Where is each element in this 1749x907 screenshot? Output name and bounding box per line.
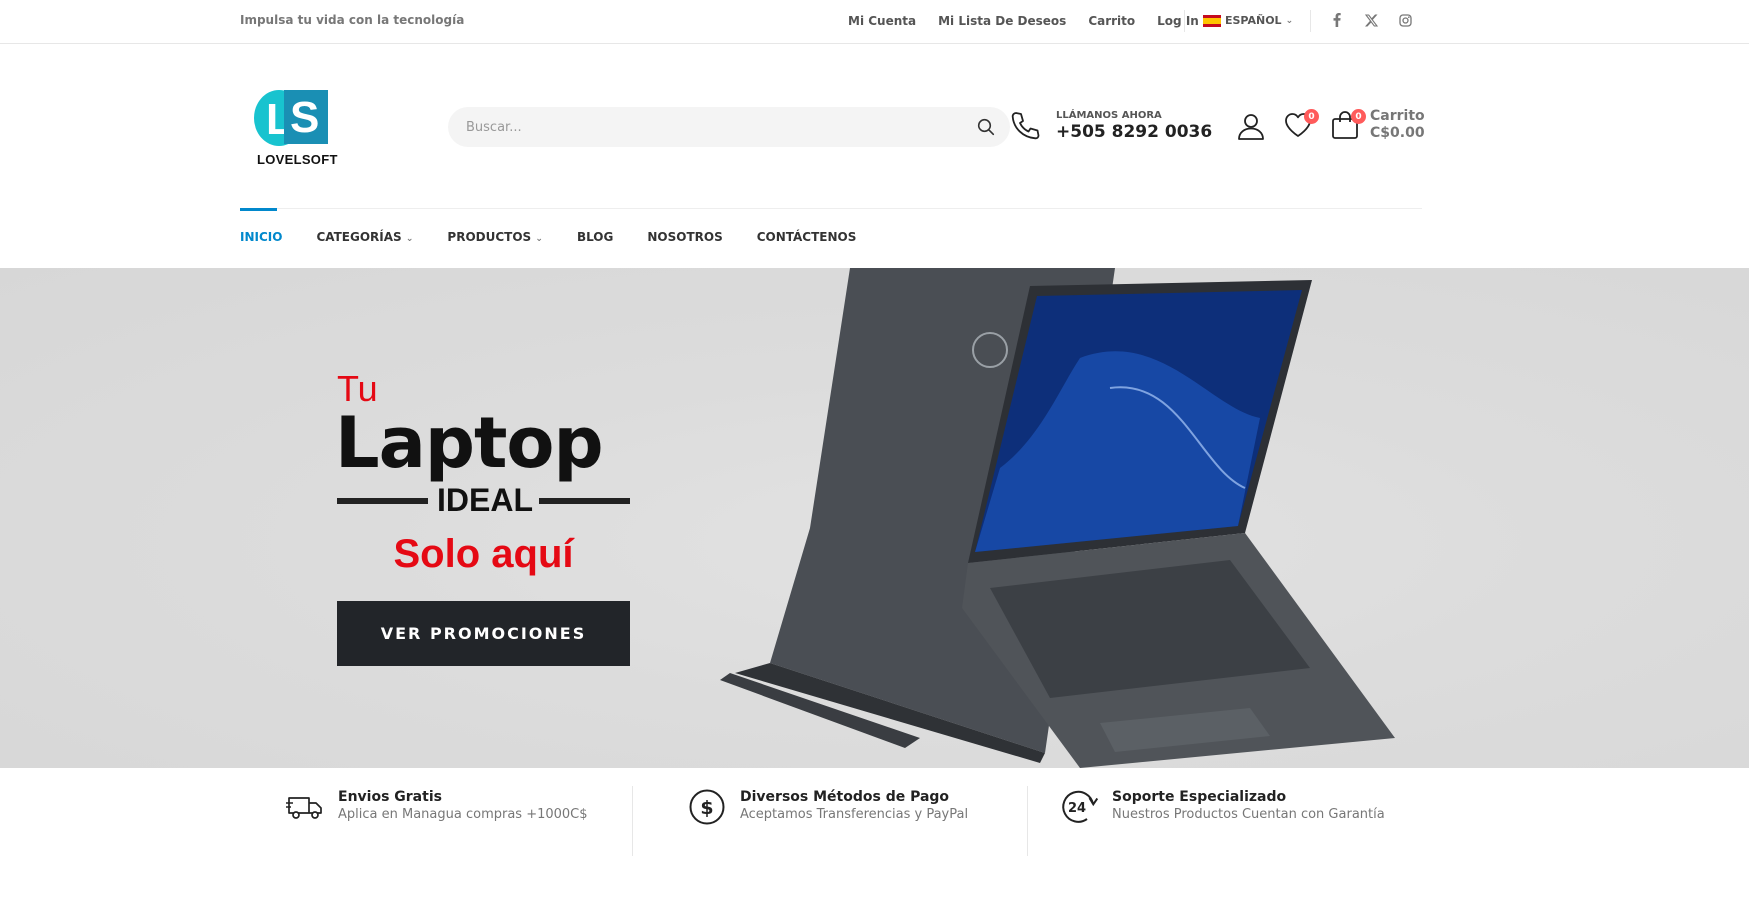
cart-label: Carrito xyxy=(1370,108,1425,124)
user-icon[interactable] xyxy=(1237,112,1265,144)
header-divider xyxy=(240,208,1422,209)
nav-item-blog[interactable]: BLOG xyxy=(577,230,613,244)
feature-envios: Envios Gratis Aplica en Managua compras … xyxy=(286,788,588,826)
active-nav-indicator xyxy=(240,208,277,211)
wishlist-link[interactable]: Mi Lista De Deseos xyxy=(938,14,1066,28)
nav-item-label: PRODUCTOS xyxy=(447,230,532,244)
language-selector[interactable]: ESPAÑOL ⌄ xyxy=(1203,14,1293,27)
feature-pagos: $ Diversos Métodos de Pago Aceptamos Tra… xyxy=(688,788,968,826)
laptop-image xyxy=(720,268,1395,768)
nav-item-nosotros[interactable]: NOSOTROS xyxy=(647,230,722,244)
nav-item-inicio[interactable]: INICIO xyxy=(240,230,282,244)
hero-line-ideal: IDEAL xyxy=(437,482,533,518)
divider xyxy=(1310,10,1311,32)
cart-count-badge: 0 xyxy=(1351,109,1366,124)
feature-divider xyxy=(1027,786,1028,856)
language-label: ESPAÑOL xyxy=(1225,14,1282,27)
my-account-link[interactable]: Mi Cuenta xyxy=(848,14,916,28)
main-nav: INICIO CATEGORÍAS ⌄ PRODUCTOS ⌄ BLOG NOS… xyxy=(240,230,856,244)
cart-summary[interactable]: Carrito C$0.00 xyxy=(1370,108,1425,142)
chevron-down-icon: ⌄ xyxy=(1285,15,1294,26)
decor-line xyxy=(337,498,428,504)
hero-ideal: IDEAL xyxy=(337,482,630,522)
cart-total: C$0.00 xyxy=(1370,125,1425,141)
feature-title: Soporte Especializado xyxy=(1112,789,1287,805)
ver-promociones-button[interactable]: VER PROMOCIONES xyxy=(337,601,630,666)
feature-title: Diversos Métodos de Pago xyxy=(740,789,950,805)
search-icon[interactable] xyxy=(976,117,996,137)
social-links xyxy=(1330,13,1412,27)
svg-text:$: $ xyxy=(700,797,713,819)
svg-text:24: 24 xyxy=(1068,801,1086,816)
logo-text: LOVELSOFT xyxy=(257,152,338,167)
search-bar xyxy=(448,107,1010,147)
phone-number[interactable]: +505 8292 0036 xyxy=(1056,122,1212,142)
chevron-down-icon: ⌄ xyxy=(535,234,543,244)
divider xyxy=(1184,10,1185,32)
tagline: Impulsa tu vida con la tecnología xyxy=(240,13,465,27)
chevron-down-icon: ⌄ xyxy=(405,234,414,244)
dollar-circle-icon: $ xyxy=(688,788,726,826)
hero-line-solo: Solo aquí xyxy=(393,532,574,576)
feature-subtitle: Aplica en Managua compras +1000C$ xyxy=(338,807,588,822)
hero-banner: Tu Laptop IDEAL Solo aquí VER PROMOCIONE… xyxy=(0,268,1749,768)
wishlist-count-badge: 0 xyxy=(1304,109,1319,124)
truck-icon xyxy=(286,788,324,826)
hero-title: Laptop xyxy=(335,402,604,484)
phone-icon xyxy=(1009,110,1041,142)
instagram-icon[interactable] xyxy=(1398,13,1412,27)
decor-line xyxy=(539,498,630,504)
support-24-icon: 24 xyxy=(1060,788,1098,826)
logo[interactable]: L S LOVELSOFT xyxy=(254,88,340,170)
nav-item-label: CATEGORÍAS xyxy=(316,230,402,244)
logo-square: S xyxy=(284,90,328,144)
login-link[interactable]: Log In xyxy=(1157,14,1199,28)
feature-subtitle: Nuestros Productos Cuentan con Garantía xyxy=(1112,807,1385,822)
feature-soporte: 24 Soporte Especializado Nuestros Produc… xyxy=(1060,788,1385,826)
nav-item-contactenos[interactable]: CONTÁCTENOS xyxy=(757,230,857,244)
feature-title: Envios Gratis xyxy=(338,789,442,805)
nav-item-categorias[interactable]: CATEGORÍAS ⌄ xyxy=(316,230,413,244)
spain-flag-icon xyxy=(1203,14,1221,27)
cart-link[interactable]: Carrito xyxy=(1088,14,1135,28)
call-label: LLÁMANOS AHORA xyxy=(1056,110,1162,121)
feature-subtitle: Aceptamos Transferencias y PayPal xyxy=(740,807,969,822)
top-bar: Impulsa tu vida con la tecnología Mi Cue… xyxy=(0,0,1749,44)
x-twitter-icon[interactable] xyxy=(1364,13,1378,27)
search-input[interactable] xyxy=(466,107,946,147)
feature-divider xyxy=(632,786,633,856)
top-links: Mi Cuenta Mi Lista De Deseos Carrito Log… xyxy=(848,14,1199,28)
facebook-icon[interactable] xyxy=(1330,13,1344,27)
nav-item-productos[interactable]: PRODUCTOS ⌄ xyxy=(447,230,543,244)
